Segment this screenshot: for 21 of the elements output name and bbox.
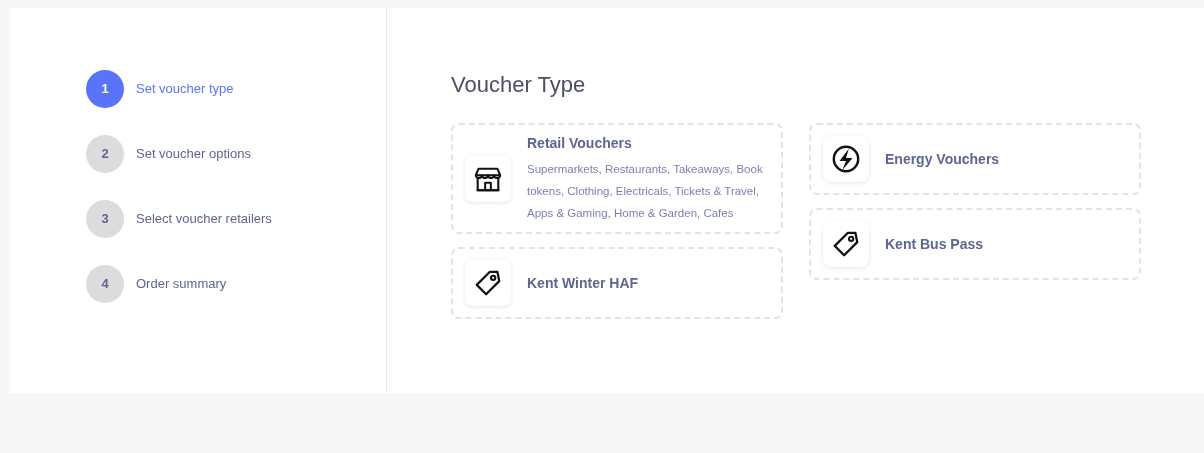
voucher-type-card[interactable]: Kent Bus Pass: [809, 208, 1141, 280]
step-number: 4: [86, 265, 124, 303]
section-heading: Voucher Type: [451, 71, 587, 99]
step-number: 3: [86, 200, 124, 238]
step-label: Select voucher retailers: [136, 210, 272, 229]
tag-icon: [473, 268, 503, 298]
card-title: Retail Vouchers: [527, 134, 633, 153]
card-description: Supermarkets, Restaurants, Takeaways, Book tokens, Clothing, Electricals, Tickets & Travel, Apps & Gaming, Home & Garden, Cafes: [527, 162, 764, 221]
card-title: Kent Winter HAF: [527, 273, 639, 293]
step-label: Order summary: [136, 275, 227, 294]
step-label: Set voucher options: [136, 145, 251, 164]
voucher-type-card[interactable]: Retail Vouchers Supermarkets, Restaurants, Takeaways, Book tokens, Clothing, Electricals, Tickets & Travel, Apps & Gaming, Home & Garden, Cafes: [451, 123, 783, 234]
voucher-type-card[interactable]: Energy Vouchers: [809, 123, 1141, 195]
lightning-bolt-icon: [831, 144, 861, 174]
step-number: 1: [86, 70, 124, 108]
step-label: Set voucher type: [136, 80, 234, 99]
tag-icon: [831, 229, 861, 259]
step-number: 2: [86, 135, 124, 173]
card-title: Kent Bus Pass: [885, 234, 984, 254]
voucher-type-card[interactable]: Kent Winter HAF: [451, 247, 783, 319]
card-title: Energy Vouchers: [885, 149, 1000, 169]
